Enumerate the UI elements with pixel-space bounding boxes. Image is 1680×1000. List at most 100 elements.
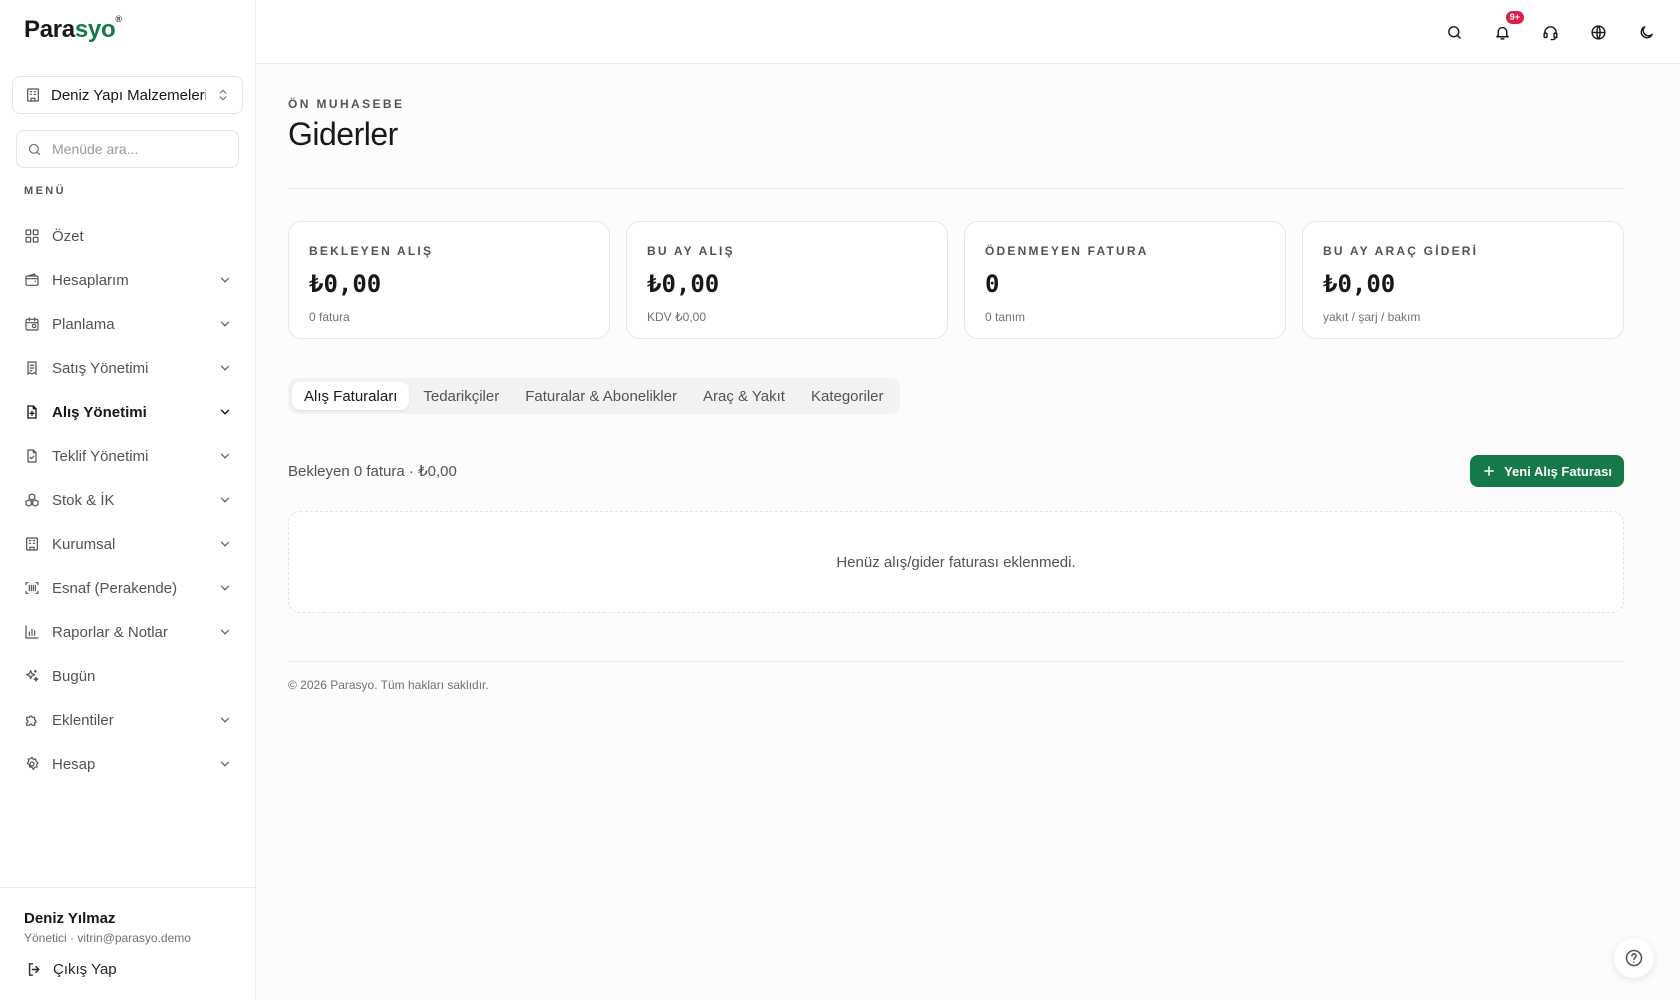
sidebar-item-bugun[interactable]: Bugün bbox=[12, 654, 244, 698]
stat-subtext: KDV ₺0,00 bbox=[647, 310, 706, 324]
sidebar-item-stok-ik[interactable]: Stok & İK bbox=[12, 478, 244, 522]
stat-card-unpaid-invoices: ÖDENMEYEN FATURA 0 0 tanım bbox=[964, 221, 1286, 339]
sidebar-item-label: Alış Yönetimi bbox=[52, 403, 147, 421]
brand-logo[interactable]: Parasyo® bbox=[24, 14, 122, 44]
sidebar-item-eklentiler[interactable]: Eklentiler bbox=[12, 698, 244, 742]
stat-value: ₺0,00 bbox=[309, 270, 382, 298]
stat-label: BU AY ALIŞ bbox=[647, 244, 735, 258]
globe-icon bbox=[1590, 24, 1607, 41]
footer-divider bbox=[288, 661, 1624, 662]
chevron-down-icon bbox=[218, 757, 232, 771]
stat-value: ₺0,00 bbox=[647, 270, 720, 298]
moon-icon bbox=[1638, 24, 1655, 41]
bell-icon bbox=[1494, 24, 1511, 41]
logout-icon bbox=[26, 961, 43, 978]
chevron-down-icon bbox=[218, 537, 232, 551]
stat-label: ÖDENMEYEN FATURA bbox=[985, 244, 1149, 258]
dashboard-icon bbox=[24, 228, 40, 244]
user-meta: Yönetici · vitrin@parasyo.demo bbox=[24, 931, 191, 945]
stat-card-pending-purchases: BEKLEYEN ALIŞ ₺0,00 0 fatura bbox=[288, 221, 610, 339]
tab-suppliers[interactable]: Tedarikçiler bbox=[411, 382, 511, 410]
empty-state: Henüz alış/gider faturası eklenmedi. bbox=[288, 511, 1624, 613]
sidebar-item-hesap[interactable]: Hesap bbox=[12, 742, 244, 786]
wallet-icon bbox=[24, 272, 40, 288]
sidebar-item-alis-yonetimi[interactable]: Alış Yönetimi bbox=[12, 390, 244, 434]
pending-summary: Bekleyen 0 fatura · ₺0,00 bbox=[288, 463, 457, 480]
copyright: © 2026 Parasyo. Tüm hakları saklıdır. bbox=[288, 678, 489, 692]
company-switcher[interactable]: Deniz Yapı Malzemeleri... bbox=[12, 76, 243, 114]
notifications-button[interactable]: 9+ bbox=[1486, 11, 1524, 48]
menu-search-input[interactable] bbox=[52, 141, 222, 157]
language-button[interactable] bbox=[1582, 16, 1614, 48]
brand-mark: ® bbox=[115, 14, 122, 24]
logout-label: Çıkış Yap bbox=[53, 960, 117, 978]
sidebar-item-label: Hesap bbox=[52, 755, 96, 773]
sidebar-item-satis-yonetimi[interactable]: Satış Yönetimi bbox=[12, 346, 244, 390]
sidebar-item-label: Raporlar & Notlar bbox=[52, 623, 168, 641]
company-name: Deniz Yapı Malzemeleri... bbox=[51, 86, 206, 104]
sidebar-item-ozet[interactable]: Özet bbox=[12, 214, 244, 258]
tab-bills-subscriptions[interactable]: Faturalar & Abonelikler bbox=[513, 382, 689, 410]
sidebar-item-planlama[interactable]: Planlama bbox=[12, 302, 244, 346]
sidebar-menu: Özet Hesaplarım Planlama Satış Yönetimi … bbox=[12, 214, 244, 786]
stat-value: 0 bbox=[985, 270, 1000, 298]
barcode-icon bbox=[24, 580, 40, 596]
chevron-down-icon bbox=[218, 713, 232, 727]
boxes-icon bbox=[24, 492, 40, 508]
building-icon bbox=[25, 87, 41, 103]
sidebar-item-label: Esnaf (Perakende) bbox=[52, 579, 178, 597]
new-button-label: Yeni Alış Faturası bbox=[1504, 463, 1612, 479]
chevron-down-icon bbox=[218, 273, 232, 287]
tab-purchase-invoices[interactable]: Alış Faturaları bbox=[292, 382, 410, 410]
search-icon bbox=[1446, 24, 1463, 41]
sidebar-item-kurumsal[interactable]: Kurumsal bbox=[12, 522, 244, 566]
new-purchase-invoice-button[interactable]: Yeni Alış Faturası bbox=[1470, 455, 1624, 487]
page-title: Giderler bbox=[288, 116, 398, 152]
brand-name-end: syo bbox=[74, 16, 116, 43]
sidebar-item-label: Özet bbox=[52, 227, 84, 245]
plus-icon bbox=[1482, 464, 1496, 478]
stat-subtext: 0 fatura bbox=[309, 310, 350, 324]
help-button[interactable] bbox=[1614, 938, 1654, 978]
tab-vehicle-fuel[interactable]: Araç & Yakıt bbox=[691, 382, 797, 410]
sidebar-item-hesaplarim[interactable]: Hesaplarım bbox=[12, 258, 244, 302]
bar-chart-icon bbox=[24, 624, 40, 640]
stat-label: BU AY ARAÇ GİDERİ bbox=[1323, 244, 1479, 258]
tab-categories[interactable]: Kategoriler bbox=[799, 382, 896, 410]
sidebar-item-label: Stok & İK bbox=[52, 491, 115, 509]
sidebar-item-label: Teklif Yönetimi bbox=[52, 447, 149, 465]
sparkles-icon bbox=[24, 668, 40, 684]
empty-state-message: Henüz alış/gider faturası eklenmedi. bbox=[836, 553, 1076, 571]
file-plus-icon bbox=[24, 404, 40, 420]
logout-button[interactable]: Çıkış Yap bbox=[26, 952, 117, 986]
menu-search bbox=[16, 130, 239, 168]
sidebar-item-esnaf-perakende[interactable]: Esnaf (Perakende) bbox=[12, 566, 244, 610]
notification-badge: 9+ bbox=[1505, 11, 1524, 24]
sidebar-item-label: Kurumsal bbox=[52, 535, 116, 553]
support-button[interactable] bbox=[1534, 16, 1566, 48]
sidebar-item-raporlar-notlar[interactable]: Raporlar & Notlar bbox=[12, 610, 244, 654]
chevron-down-icon bbox=[218, 493, 232, 507]
tab-bar: Alış Faturaları Tedarikçiler Faturalar &… bbox=[288, 378, 900, 414]
menu-heading: MENÜ bbox=[24, 185, 66, 197]
puzzle-icon bbox=[24, 712, 40, 728]
sidebar-item-teklif-yonetimi[interactable]: Teklif Yönetimi bbox=[12, 434, 244, 478]
stat-card-monthly-purchases: BU AY ALIŞ ₺0,00 KDV ₺0,00 bbox=[626, 221, 948, 339]
chevron-down-icon bbox=[218, 581, 232, 595]
stat-subtext: yakıt / şarj / bakım bbox=[1323, 310, 1421, 324]
help-icon bbox=[1624, 948, 1644, 968]
page-eyebrow: ÖN MUHASEBE bbox=[288, 97, 405, 111]
chevron-down-icon bbox=[218, 361, 232, 375]
gear-icon bbox=[24, 756, 40, 772]
stat-card-vehicle-expenses: BU AY ARAÇ GİDERİ ₺0,00 yakıt / şarj / b… bbox=[1302, 221, 1624, 339]
theme-toggle-button[interactable] bbox=[1630, 16, 1662, 48]
chevron-down-icon bbox=[218, 625, 232, 639]
building-icon bbox=[24, 536, 40, 552]
brand-name-start: Para bbox=[24, 16, 75, 43]
search-button[interactable] bbox=[1438, 16, 1470, 48]
headset-icon bbox=[1542, 24, 1559, 41]
stat-label: BEKLEYEN ALIŞ bbox=[309, 244, 434, 258]
sidebar-item-label: Eklentiler bbox=[52, 711, 114, 729]
search-icon bbox=[27, 142, 42, 157]
topbar: 9+ bbox=[256, 0, 1680, 64]
